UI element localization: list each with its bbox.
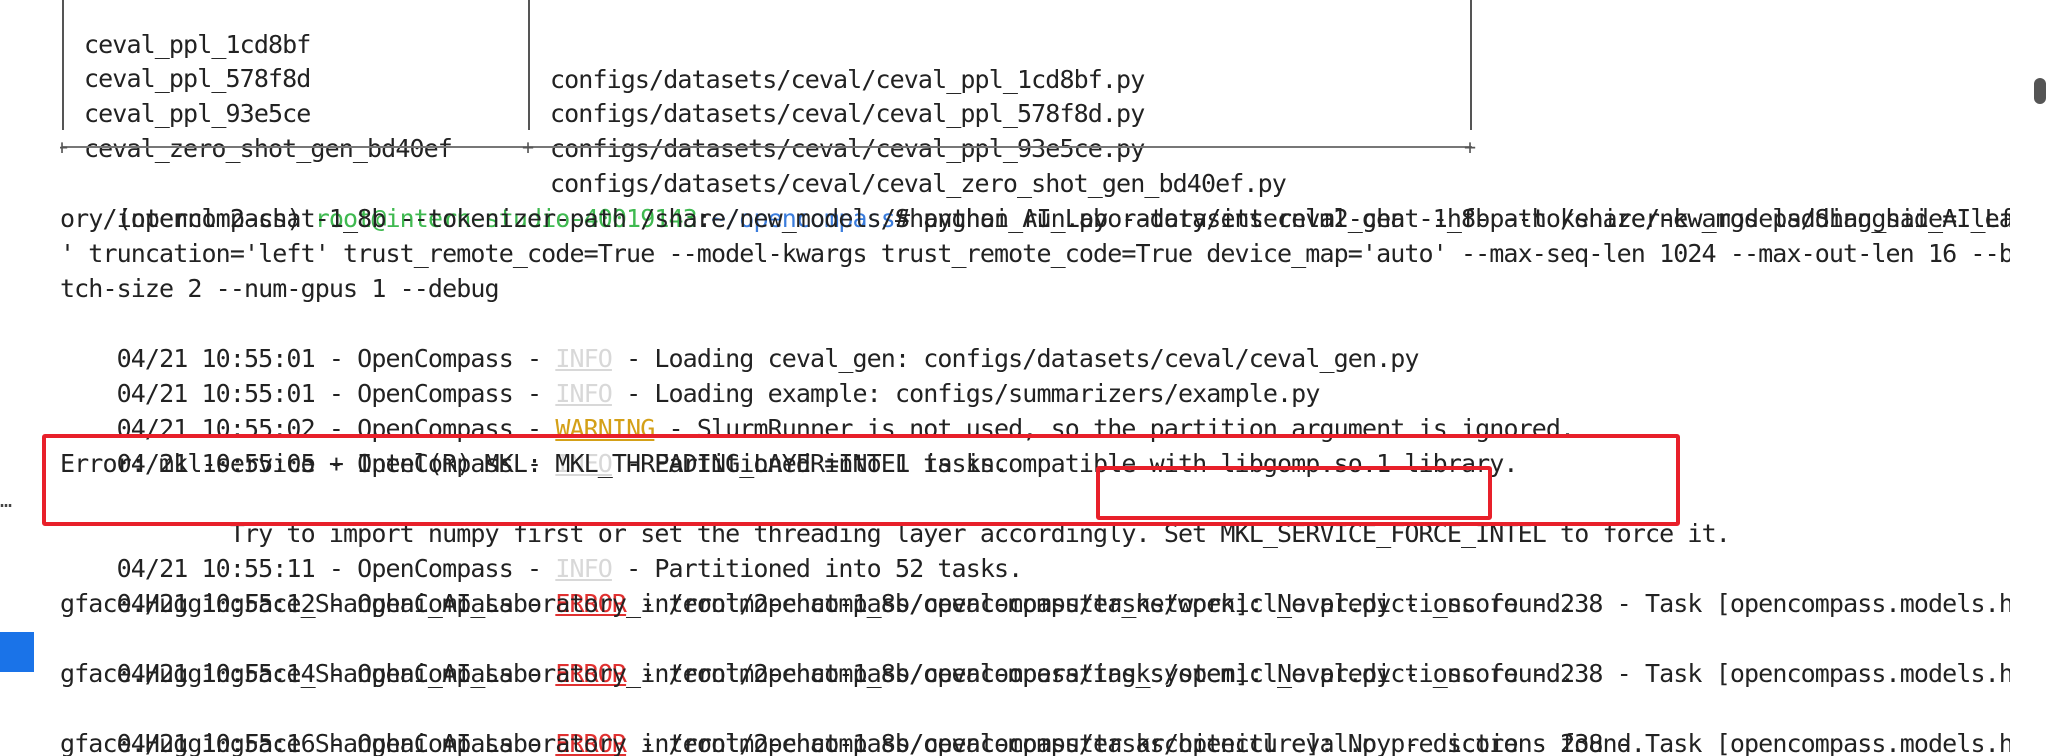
table-cell-name: ceval_ppl_1cd8bf bbox=[84, 30, 311, 59]
log-line: 04/21 10:55:16 - OpenCompass - ERROR - /… bbox=[60, 691, 2010, 756]
table-border-bottom bbox=[62, 146, 1472, 148]
table-cell-name: ceval_zero_shot_gen_bd40ef bbox=[84, 134, 453, 163]
table-cell-path: configs/datasets/ceval/ceval_ppl_93e5ce.… bbox=[550, 134, 1145, 163]
table-corner: + bbox=[522, 135, 535, 159]
log-line: 04/21 10:55:12 - OpenCompass - ERROR - /… bbox=[60, 551, 2010, 618]
mkl-error-hint-tail: to force it. bbox=[1545, 519, 1731, 548]
command-text: ory/internlm2-chat-1_8b --tokenizer-path… bbox=[60, 204, 2010, 233]
table-corner: + bbox=[60, 135, 69, 159]
table-cell-path: configs/datasets/ceval/ceval_ppl_1cd8bf.… bbox=[550, 65, 1145, 94]
table-column-divider bbox=[528, 0, 530, 130]
table-cell-name: ceval_ppl_578f8d bbox=[84, 64, 311, 93]
mkl-force-intel-hint: Set MKL_SERVICE_FORCE_INTEL bbox=[1163, 519, 1547, 548]
side-panel-tab[interactable] bbox=[0, 632, 34, 672]
scrollbar-thumb[interactable] bbox=[2034, 78, 2046, 104]
command-text: tch-size 2 --num-gpus 1 --debug bbox=[60, 274, 500, 303]
log-line: 04/21 10:55:11 - OpenCompass - INFO - Pa… bbox=[60, 516, 1024, 583]
table-cell-name: ceval_ppl_93e5ce bbox=[84, 99, 311, 128]
ellipsis-icon: … bbox=[0, 488, 13, 512]
log-line-continued: gface.HuggingFace_Shanghai_AI_Laboratory… bbox=[60, 659, 1575, 688]
table-corner: + bbox=[1464, 135, 1477, 159]
log-line: 04/21 10:55:02 - OpenCompass - WARNING -… bbox=[60, 376, 1576, 443]
log-line: 04/21 10:55:05 - OpenCompass - INFO - Pa… bbox=[60, 411, 1009, 478]
shell-prompt-line: (opencompass) root@intern-studio-4001914… bbox=[60, 166, 2010, 233]
table-cell-path: configs/datasets/ceval/ceval_ppl_578f8d.… bbox=[550, 99, 1145, 128]
command-text: ' truncation='left' trust_remote_code=Tr… bbox=[60, 239, 2010, 268]
log-line: 04/21 10:55:01 - OpenCompass - INFO - Lo… bbox=[60, 341, 1321, 408]
log-line-continued: gface.HuggingFace_Shanghai_AI_Laboratory… bbox=[60, 729, 1646, 756]
mkl-error-hint-line: Try to import numpy first or set the thr… bbox=[60, 481, 1731, 548]
log-line: 04/21 10:55:14 - OpenCompass - ERROR - /… bbox=[60, 621, 2010, 688]
mkl-error-line: Error: mkl-service + Intel(R) MKL: MKL_T… bbox=[60, 449, 1518, 478]
terminal-output[interactable]: ceval_ppl_1cd8bf configs/datasets/ceval/… bbox=[60, 0, 2010, 756]
log-line: 04/21 10:55:01 - OpenCompass - INFO - Lo… bbox=[60, 306, 1420, 373]
table-border-right bbox=[1470, 0, 1472, 130]
log-line-continued: gface.HuggingFace_Shanghai_AI_Laboratory… bbox=[60, 589, 1575, 618]
